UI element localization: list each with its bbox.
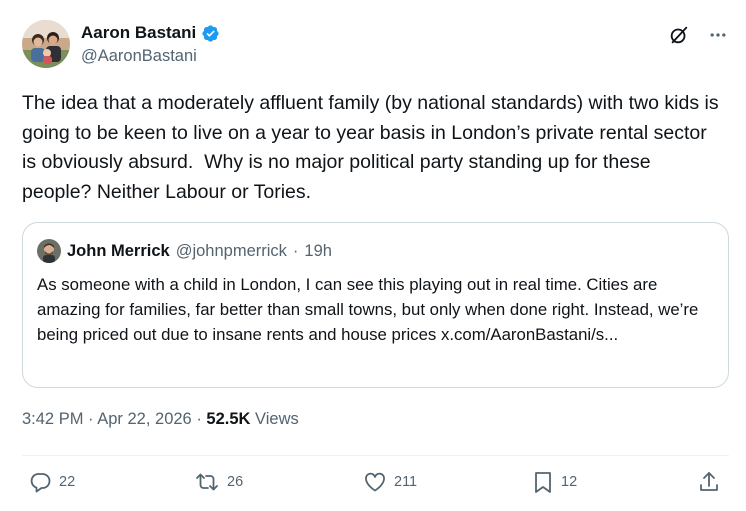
author-name[interactable]: Aaron Bastani: [81, 23, 196, 43]
like-button[interactable]: 211: [363, 470, 417, 494]
like-icon: [363, 470, 387, 494]
tweet: Aaron Bastani @AaronBastani The idea tha…: [0, 0, 746, 511]
divider: [22, 455, 729, 456]
views-count: 52.5K: [206, 410, 251, 428]
repost-icon: [194, 470, 220, 494]
like-count: 211: [394, 474, 418, 490]
author-name-row: Aaron Bastani: [81, 23, 220, 43]
quoted-author-handle[interactable]: @johnpmerrick: [176, 242, 287, 261]
tweet-metadata: 3:42 PM · Apr 22, 2026 · 52.5K Views: [22, 410, 299, 429]
bookmark-count: 12: [561, 474, 578, 490]
bookmark-icon: [532, 470, 554, 494]
meta-separator: ·: [88, 410, 94, 428]
meta-separator: ·: [196, 410, 202, 428]
share-icon: [698, 470, 720, 494]
quoted-tweet-header: John Merrick @johnpmerrick · 19h: [37, 239, 332, 263]
action-bar: 22 26 211 12: [22, 470, 729, 504]
repost-count: 26: [227, 474, 244, 490]
reply-button[interactable]: 22: [28, 470, 75, 494]
tweet-header: Aaron Bastani @AaronBastani: [22, 20, 732, 70]
bookmark-button[interactable]: 12: [532, 470, 577, 494]
author-handle[interactable]: @AaronBastani: [81, 47, 197, 66]
quoted-author-name[interactable]: John Merrick: [67, 242, 170, 261]
tweet-text: The idea that a moderately affluent fami…: [22, 92, 724, 203]
quoted-separator: ·: [292, 241, 299, 260]
share-button[interactable]: [698, 470, 720, 494]
grok-icon[interactable]: [668, 24, 690, 46]
repost-button[interactable]: 26: [194, 470, 243, 494]
quoted-author-avatar[interactable]: [37, 239, 61, 263]
quoted-time[interactable]: 19h: [304, 242, 332, 261]
author-avatar[interactable]: [22, 20, 70, 68]
post-time[interactable]: 3:42 PM: [22, 410, 83, 428]
quoted-tweet-text: As someone with a child in London, I can…: [37, 275, 699, 344]
quoted-tweet[interactable]: John Merrick @johnpmerrick · 19h As some…: [22, 222, 729, 388]
post-date[interactable]: Apr 22, 2026: [97, 410, 192, 428]
reply-count: 22: [59, 474, 76, 490]
verified-badge-icon[interactable]: [201, 24, 220, 43]
header-actions: [668, 24, 728, 46]
reply-icon: [28, 470, 52, 494]
more-horizontal-icon[interactable]: [708, 25, 728, 45]
views-label: Views: [255, 410, 299, 428]
